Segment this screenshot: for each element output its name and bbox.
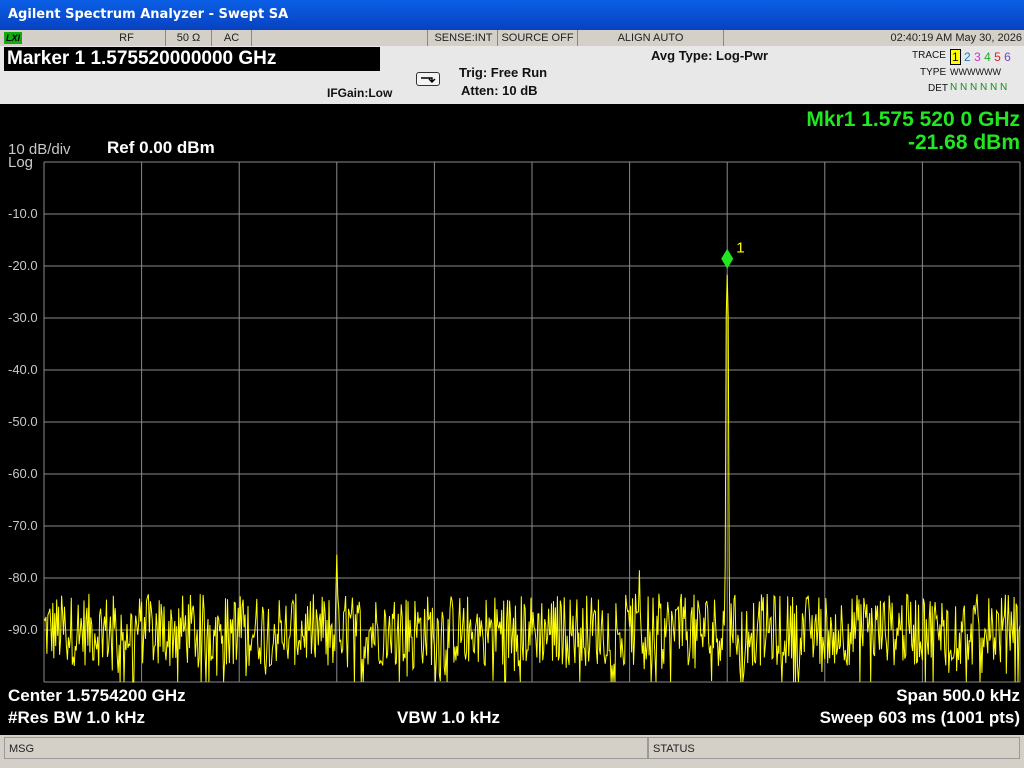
marker-1-label: 1 bbox=[736, 240, 744, 257]
sweep-label[interactable]: Sweep 603 ms (1001 pts) bbox=[820, 708, 1020, 728]
trigger-arrow-icon bbox=[421, 77, 436, 83]
trigger-icon bbox=[416, 72, 440, 86]
center-frequency-label[interactable]: Center 1.5754200 GHz bbox=[8, 686, 186, 706]
marker-layer: 1 bbox=[721, 240, 745, 269]
det-value: N N N N N N bbox=[950, 82, 1008, 93]
type-value: WWWWWW bbox=[950, 67, 1001, 77]
instrument-status-bar: LXI RF 50 Ω AC SENSE:INT SOURCE OFF ALIG… bbox=[0, 30, 1024, 46]
source-label: SOURCE OFF bbox=[498, 30, 578, 46]
spectrum-display: 10 dB/div Log Ref 0.00 dBm Mkr1 1.575 52… bbox=[0, 104, 1024, 735]
message-area: MSG bbox=[4, 737, 648, 759]
status-area: STATUS bbox=[648, 737, 1020, 759]
align-label: ALIGN AUTO bbox=[578, 30, 724, 46]
window-titlebar[interactable]: Agilent Spectrum Analyzer - Swept SA bbox=[0, 0, 1024, 30]
trace-numbers[interactable]: 1 2 3 4 5 6 bbox=[950, 49, 1011, 65]
trace-5[interactable]: 5 bbox=[994, 50, 1001, 64]
trace-6[interactable]: 6 bbox=[1004, 50, 1011, 64]
sense-label: SENSE:INT bbox=[430, 30, 498, 46]
measurement-header: Marker 1 1.575520000000 GHz Avg Type: Lo… bbox=[0, 46, 1024, 104]
impedance-label: 50 Ω bbox=[166, 30, 212, 46]
ifgain-label: IFGain:Low bbox=[327, 86, 393, 100]
bottom-status-bar: MSG STATUS bbox=[0, 735, 1024, 768]
status-spacer bbox=[252, 30, 428, 46]
trace-3[interactable]: 3 bbox=[974, 50, 981, 64]
marker-readout[interactable]: Marker 1 1.575520000000 GHz bbox=[4, 47, 380, 71]
coupling-label: AC bbox=[212, 30, 252, 46]
trigger-label: Trig: Free Run bbox=[459, 65, 548, 80]
datetime-label: 02:40:19 AM May 30, 2026 bbox=[890, 32, 1022, 44]
trace-label: TRACE bbox=[912, 50, 946, 61]
avg-type-label: Avg Type: Log-Pwr bbox=[651, 48, 768, 63]
trace-1[interactable]: 1 bbox=[950, 49, 961, 65]
trace-4[interactable]: 4 bbox=[984, 50, 991, 64]
spectrum-plot[interactable]: 1 bbox=[0, 104, 1024, 735]
det-label: DET bbox=[928, 83, 948, 94]
lxi-badge: LXI bbox=[4, 32, 22, 44]
window-title: Agilent Spectrum Analyzer - Swept SA bbox=[8, 7, 289, 22]
type-label: TYPE bbox=[920, 67, 947, 78]
rbw-label[interactable]: #Res BW 1.0 kHz bbox=[8, 708, 145, 728]
vbw-label[interactable]: VBW 1.0 kHz bbox=[397, 708, 500, 728]
rf-input-label: RF bbox=[88, 30, 166, 46]
trace-2[interactable]: 2 bbox=[964, 50, 971, 64]
atten-label: Atten: 10 dB bbox=[461, 83, 538, 98]
span-label[interactable]: Span 500.0 kHz bbox=[896, 686, 1020, 706]
